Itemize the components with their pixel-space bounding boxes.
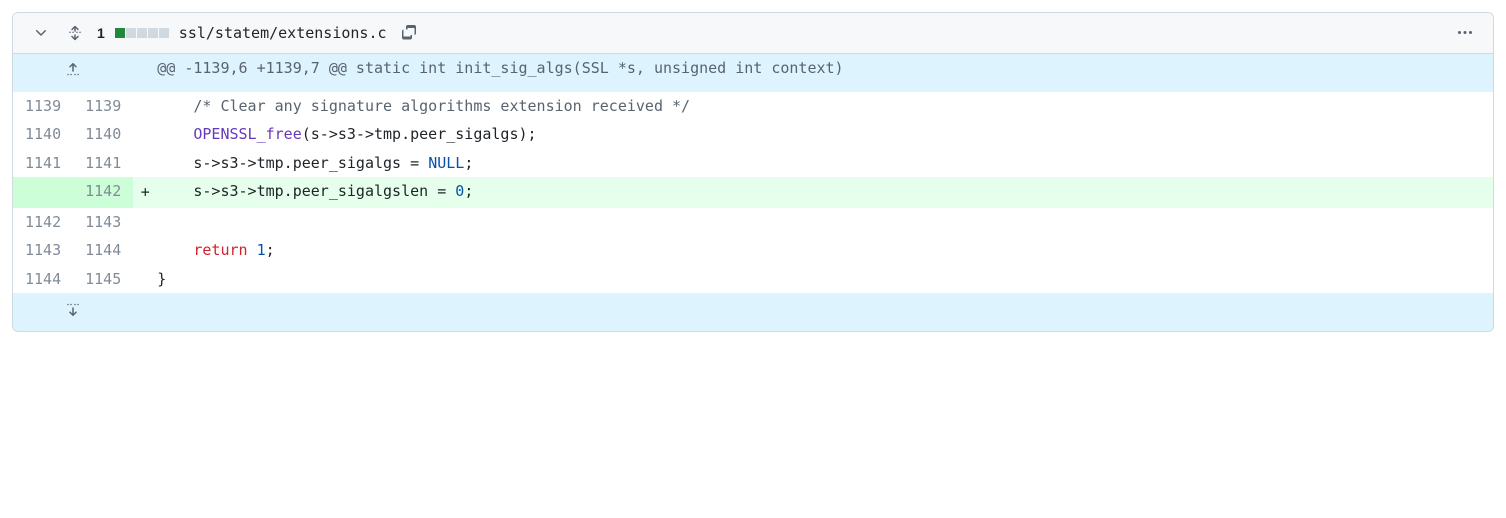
file-path[interactable]: ssl/statem/extensions.c: [179, 24, 387, 42]
diff-marker: +: [133, 177, 157, 208]
diff-marker: [133, 120, 157, 149]
expand-up-cell[interactable]: [13, 54, 133, 92]
hunk-footer-row: [13, 293, 1493, 331]
diff-table: @@ -1139,6 +1139,7 @@ static int init_si…: [13, 54, 1493, 331]
diffstat-neutral-block: [137, 28, 147, 38]
diff-code: /* Clear any signature algorithms extens…: [157, 92, 1493, 121]
file-header: 1 ssl/statem/extensions.c: [13, 13, 1493, 54]
file-actions-menu[interactable]: [1453, 21, 1477, 45]
line-number-new[interactable]: 1140: [73, 120, 133, 149]
diffstat-neutral-block: [148, 28, 158, 38]
diff-line-context: 11441145}: [13, 265, 1493, 294]
line-number-new[interactable]: 1143: [73, 208, 133, 237]
copy-icon: [401, 25, 417, 41]
hunk-header-row: @@ -1139,6 +1139,7 @@ static int init_si…: [13, 54, 1493, 92]
diff-code: [157, 208, 1493, 237]
hunk-footer-code: [157, 293, 1493, 331]
diff-marker: [133, 149, 157, 178]
diff-code: }: [157, 265, 1493, 294]
diff-marker: [133, 208, 157, 237]
diffstat: [115, 28, 169, 38]
line-number-new[interactable]: 1141: [73, 149, 133, 178]
expand-up-icon: [61, 58, 85, 82]
unfold-icon: [67, 25, 83, 41]
line-number-new[interactable]: 1145: [73, 265, 133, 294]
diffstat-neutral-block: [159, 28, 169, 38]
copy-path-button[interactable]: [397, 21, 421, 45]
diff-code: OPENSSL_free(s->s3->tmp.peer_sigalgs);: [157, 120, 1493, 149]
diff-marker: [133, 265, 157, 294]
line-number-old[interactable]: 1141: [13, 149, 73, 178]
kebab-horizontal-icon: [1457, 25, 1473, 41]
diff-marker: [133, 236, 157, 265]
collapse-toggle[interactable]: [29, 21, 53, 45]
expand-all-button[interactable]: [63, 21, 87, 45]
line-number-old[interactable]: [13, 177, 73, 208]
hunk-footer-marker: [133, 293, 157, 331]
diff-line-addition: 1142+ s->s3->tmp.peer_sigalgslen = 0;: [13, 177, 1493, 208]
line-number-old[interactable]: 1139: [13, 92, 73, 121]
line-number-old[interactable]: 1142: [13, 208, 73, 237]
diff-line-context: 11421143: [13, 208, 1493, 237]
line-number-old[interactable]: 1140: [13, 120, 73, 149]
diff-file: 1 ssl/statem/extensions.c @@ -1139,6 +11…: [12, 12, 1494, 332]
diff-line-context: 11401140 OPENSSL_free(s->s3->tmp.peer_si…: [13, 120, 1493, 149]
line-number-old[interactable]: 1143: [13, 236, 73, 265]
chevron-down-icon: [33, 25, 49, 41]
diff-code: s->s3->tmp.peer_sigalgs = NULL;: [157, 149, 1493, 178]
expand-down-icon: [61, 297, 85, 321]
diff-marker: [133, 92, 157, 121]
diff-code: return 1;: [157, 236, 1493, 265]
line-number-new[interactable]: 1142: [73, 177, 133, 208]
hunk-header-text: @@ -1139,6 +1139,7 @@ static int init_si…: [157, 54, 1493, 92]
hunk-marker: [133, 54, 157, 92]
diff-line-context: 11391139 /* Clear any signature algorith…: [13, 92, 1493, 121]
line-number-new[interactable]: 1139: [73, 92, 133, 121]
change-count: 1: [97, 25, 105, 41]
diff-code: s->s3->tmp.peer_sigalgslen = 0;: [157, 177, 1493, 208]
file-header-left: 1 ssl/statem/extensions.c: [29, 21, 421, 45]
diffstat-neutral-block: [126, 28, 136, 38]
diff-line-context: 11431144 return 1;: [13, 236, 1493, 265]
diff-line-context: 11411141 s->s3->tmp.peer_sigalgs = NULL;: [13, 149, 1493, 178]
line-number-old[interactable]: 1144: [13, 265, 73, 294]
diffstat-added-block: [115, 28, 125, 38]
expand-down-cell[interactable]: [13, 293, 133, 331]
line-number-new[interactable]: 1144: [73, 236, 133, 265]
